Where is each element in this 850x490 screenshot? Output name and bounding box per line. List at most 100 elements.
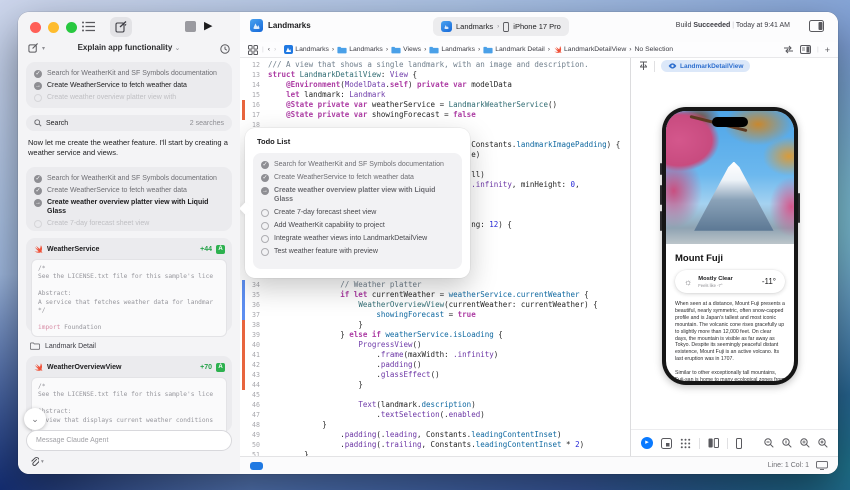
file-card-weatherservice[interactable]: WeatherService +44 A /* See the LICENSE.t…: [26, 238, 232, 337]
sidebar-content: ✓ Search for WeatherKit and SF Symbols do…: [18, 58, 240, 474]
todo-card-top[interactable]: ✓ Search for WeatherKit and SF Symbols do…: [26, 62, 232, 108]
diff-count: +70: [200, 363, 212, 371]
open-circle-icon: [261, 234, 269, 243]
chevron-down-icon: ▾: [41, 459, 44, 465]
file-name: WeatherOverviewView: [47, 363, 122, 371]
inspector-toggle-icon[interactable]: [809, 20, 824, 32]
code-text: }: [358, 380, 363, 389]
stop-icon[interactable]: [185, 21, 196, 32]
close-window-button[interactable]: [30, 22, 41, 33]
todo-label: Create WeatherService to fetch weather d…: [47, 187, 187, 194]
variants-grid-icon[interactable]: [680, 438, 691, 449]
line-number: 46: [252, 401, 260, 409]
device-settings-icon[interactable]: [708, 438, 719, 448]
zoom-in-icon[interactable]: [818, 438, 828, 448]
code-line: 47 .textSelection(.enabled): [240, 410, 630, 420]
code-line: 45: [240, 390, 630, 400]
code-editor[interactable]: 12 /// A view that shows a single landmar…: [240, 58, 630, 456]
todo-label: Search for WeatherKit and SF Symbols doc…: [47, 70, 217, 77]
breadcrumb-item[interactable]: Landmark Detail: [483, 46, 545, 54]
line-col-indicator: Line: 1 Col: 1: [767, 462, 809, 469]
phone-power-button: [798, 193, 800, 223]
minimize-window-button[interactable]: [48, 22, 59, 33]
swap-editor-icon[interactable]: [783, 45, 794, 54]
add-editor-icon[interactable]: +: [825, 45, 830, 55]
chevron-separator: ›: [424, 46, 427, 53]
build-status[interactable]: Build Succeeded | Today at 9:41 AM: [676, 22, 790, 29]
new-chat-button[interactable]: [110, 17, 132, 37]
phone-screen[interactable]: Mount Fuji ☼ Mostly Clear Feels like -7°…: [666, 111, 794, 381]
phone-volume-up-button: [660, 185, 662, 205]
todo-label: Integrate weather views into LandmarkDet…: [274, 235, 428, 242]
phone-volume-down-button: [660, 211, 662, 231]
folder-icon: [337, 46, 347, 53]
landmark-description-p1: When seen at a distance, Mount Fuji pres…: [675, 301, 785, 363]
todo-item: Create weather overview platter view wit…: [34, 93, 224, 102]
selectable-preview-icon[interactable]: [661, 437, 672, 449]
breadcrumb-item[interactable]: LandmarkDetailView: [553, 45, 626, 54]
code-text: .padding(.trailing, Constants.leadingCon…: [340, 440, 585, 449]
project-icon: [250, 19, 263, 32]
breadcrumb-item[interactable]: Landmarks: [429, 46, 475, 54]
code-text: }: [358, 320, 363, 329]
open-circle-icon: [261, 208, 269, 217]
back-button[interactable]: ‹: [268, 46, 270, 53]
breadcrumb-item[interactable]: Landmarks: [337, 46, 383, 54]
breadcrumb-label: LandmarkDetailView: [564, 46, 627, 53]
live-preview-button[interactable]: ▸: [641, 437, 653, 449]
change-bar: [242, 290, 245, 300]
zoom-out-icon[interactable]: [764, 438, 774, 448]
preview-target-pill[interactable]: LandmarkDetailView: [661, 60, 751, 72]
search-summary-row[interactable]: Search 2 searches: [26, 115, 232, 131]
code-line: 36 WeatherOverviewView(currentWeather: c…: [240, 300, 630, 310]
check-circle-icon: ✓: [261, 173, 269, 182]
editor-options-icon[interactable]: [799, 45, 811, 54]
project-icon: [284, 45, 294, 54]
code-text: @State private var showingForecast = fal…: [286, 110, 476, 119]
related-items-icon[interactable]: [248, 44, 258, 55]
scheme-device-pill[interactable]: Landmarks › iPhone 17 Pro: [433, 17, 569, 36]
breadcrumb-item[interactable]: No Selection: [635, 46, 674, 53]
zoom-100-icon[interactable]: [782, 438, 792, 448]
file-code-preview: /* See the LICENSE.txt file for this samp…: [31, 377, 227, 432]
todo-label: Create weather overview platter view wit…: [47, 94, 177, 101]
scroll-to-bottom-button[interactable]: ⌄: [24, 408, 46, 430]
xcode-toolbar: Landmarks Landmarks › iPhone 17 Pro Buil…: [240, 12, 838, 43]
display-icon[interactable]: [816, 461, 828, 470]
history-clock-icon[interactable]: [220, 44, 230, 54]
zoom-window-button[interactable]: [66, 22, 77, 33]
todo-item: ✓ Search for WeatherKit and SF Symbols do…: [34, 174, 224, 183]
breadcrumb-item[interactable]: Landmarks: [284, 45, 329, 54]
zoom-fit-icon[interactable]: [800, 438, 810, 448]
attachment-row[interactable]: ▾: [30, 457, 44, 467]
breadcrumb-label: Landmarks: [295, 46, 329, 53]
todo-card-main[interactable]: ✓ Search for WeatherKit and SF Symbols do…: [26, 167, 232, 231]
device-preview-icon[interactable]: [736, 437, 742, 449]
breadcrumb-item[interactable]: Views: [391, 46, 421, 54]
code-line: 39 } else if weatherService.isLoading {: [240, 330, 630, 340]
iphone-icon: [503, 21, 510, 32]
code-text: if let currentWeather = weatherService.c…: [340, 290, 589, 299]
conversation-title[interactable]: Explain app functionality ⌄: [18, 43, 240, 52]
breadcrumb-label: No Selection: [634, 46, 674, 53]
pin-icon[interactable]: [639, 61, 648, 71]
forward-button[interactable]: ›: [274, 46, 276, 53]
message-input[interactable]: [26, 430, 232, 451]
project-indicator[interactable]: Landmarks: [250, 19, 311, 32]
chevron-separator: ›: [331, 46, 335, 53]
file-group-row[interactable]: Landmark Detail: [30, 342, 96, 350]
weather-platter[interactable]: ☼ Mostly Clear Feels like -7° -11°: [675, 270, 785, 293]
code-line: 44 }: [240, 380, 630, 390]
play-icon[interactable]: ▶: [204, 19, 212, 32]
check-circle-icon: ✓: [34, 174, 42, 183]
code-text: let landmark: Landmark: [286, 90, 386, 99]
status-badge: A: [216, 244, 225, 254]
conversation-list-icon[interactable]: [82, 21, 95, 32]
weather-condition: Mostly Clear: [698, 275, 733, 282]
change-bar: [242, 330, 245, 340]
agent-status-pill[interactable]: [250, 461, 263, 470]
agent-message: Now let me create the weather feature. I…: [28, 138, 228, 157]
file-card-weatheroverviewview[interactable]: WeatherOverviewView +70 A /* See the LICE…: [26, 356, 232, 432]
code-text: }: [322, 420, 327, 429]
code-line: 38 }: [240, 320, 630, 330]
